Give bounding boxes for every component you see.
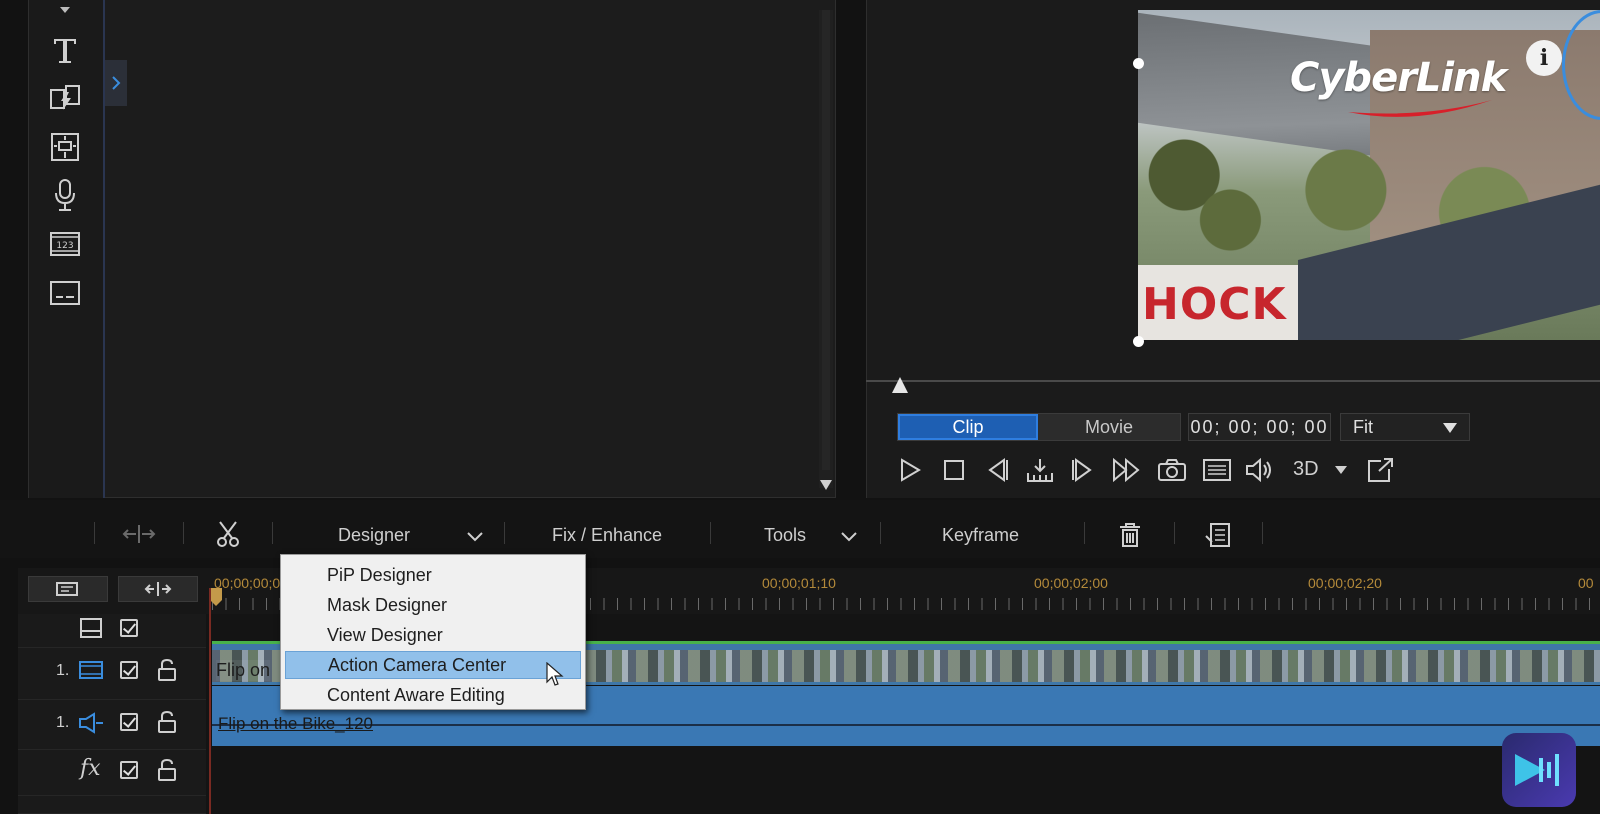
menu-item-pip-designer[interactable]: PiP Designer bbox=[285, 561, 581, 589]
banner-text: HOCK bbox=[1142, 279, 1287, 330]
timeline-view-icon bbox=[56, 582, 78, 596]
audio-track-1-header bbox=[18, 700, 206, 750]
clip-mode-button[interactable]: Clip bbox=[898, 414, 1038, 440]
logo-swoosh-icon bbox=[1348, 100, 1492, 117]
master-track-enable-checkbox[interactable] bbox=[120, 619, 138, 637]
pip-objects-room-icon[interactable] bbox=[47, 129, 83, 165]
preview-settings-icon[interactable] bbox=[1200, 455, 1234, 485]
timeline-view-button[interactable] bbox=[28, 576, 108, 602]
unlock-icon[interactable] bbox=[157, 758, 177, 782]
play-icon[interactable] bbox=[893, 455, 927, 485]
cyberlink-logo: CyberLink bbox=[1290, 55, 1507, 101]
fx-track-icon: fx bbox=[80, 756, 101, 781]
ruler-label: 00 bbox=[1578, 575, 1594, 591]
split-marker-icon[interactable] bbox=[1023, 455, 1057, 485]
zoom-select[interactable]: Fit bbox=[1340, 413, 1470, 441]
timecode-field[interactable]: 00; 00; 00; 00 bbox=[1188, 413, 1331, 441]
chevron-down-icon[interactable] bbox=[47, 0, 83, 20]
fast-forward-icon[interactable] bbox=[1110, 455, 1144, 485]
tools-menu-button[interactable]: Tools bbox=[764, 525, 806, 546]
unlock-icon[interactable] bbox=[157, 658, 177, 682]
fx-track-enable-checkbox[interactable] bbox=[120, 761, 138, 779]
ruler-label: 00;00;02;20 bbox=[1308, 575, 1382, 591]
fx-track-header bbox=[18, 750, 206, 796]
keyframe-button[interactable]: Keyframe bbox=[942, 525, 1019, 546]
zoom-select-value: Fit bbox=[1353, 416, 1373, 437]
chevron-right-icon bbox=[112, 76, 121, 90]
ruler-label: 00;00;01;10 bbox=[762, 575, 836, 591]
chevron-down-icon[interactable] bbox=[467, 532, 483, 542]
menu-item-view-designer[interactable]: View Designer bbox=[285, 621, 581, 649]
transition-room-icon[interactable] bbox=[47, 80, 83, 116]
track-number: 1. bbox=[56, 714, 70, 731]
snapshot-camera-icon[interactable] bbox=[1155, 455, 1189, 485]
master-track-header bbox=[18, 614, 206, 648]
timeline-playhead[interactable] bbox=[209, 588, 211, 814]
chapter-room-icon[interactable]: 123 bbox=[47, 226, 83, 262]
fit-timeline-icon[interactable] bbox=[122, 524, 156, 544]
master-track-icon bbox=[80, 618, 102, 638]
expand-panel-button[interactable] bbox=[105, 60, 127, 106]
trash-icon[interactable] bbox=[1118, 522, 1142, 548]
preview-scrub-bar[interactable] bbox=[866, 380, 1600, 382]
fit-width-icon bbox=[144, 582, 172, 596]
powerdirector-app-icon bbox=[1502, 733, 1576, 807]
audio-clip-label: Flip on the Bike_120 bbox=[218, 714, 373, 733]
3d-mode-label[interactable]: 3D bbox=[1293, 458, 1319, 481]
library-panel: 123 bbox=[28, 0, 836, 498]
menu-item-mask-designer[interactable]: Mask Designer bbox=[285, 591, 581, 619]
dropdown-caret-icon bbox=[1443, 423, 1457, 433]
room-icon-strip: 123 bbox=[29, 0, 105, 498]
scrub-handle-icon[interactable] bbox=[891, 376, 909, 394]
more-features-icon[interactable] bbox=[1204, 522, 1232, 548]
video-clip-label: Flip on bbox=[216, 660, 271, 681]
unlock-icon[interactable] bbox=[157, 710, 177, 734]
undock-window-icon[interactable] bbox=[1363, 455, 1397, 485]
resize-handle-bottom-left[interactable] bbox=[1133, 336, 1144, 347]
clip-movie-toggle: Clip Movie bbox=[897, 413, 1181, 441]
menu-item-content-aware-editing[interactable]: Content Aware Editing bbox=[285, 681, 581, 709]
scissors-icon[interactable] bbox=[216, 520, 240, 548]
audio-track-enable-checkbox[interactable] bbox=[120, 713, 138, 731]
fix-enhance-button[interactable]: Fix / Enhance bbox=[552, 525, 662, 546]
storyboard-view-button[interactable] bbox=[118, 576, 198, 602]
speaker-icon bbox=[79, 712, 103, 734]
ruler-label: 00;00;00;00 bbox=[214, 575, 288, 591]
subtitle-room-icon[interactable] bbox=[47, 275, 83, 311]
volume-icon[interactable] bbox=[1243, 455, 1277, 485]
designer-menu-button[interactable]: Designer bbox=[338, 525, 410, 546]
video-track-1-header bbox=[18, 648, 206, 700]
mouse-cursor-icon bbox=[546, 662, 564, 686]
stop-icon[interactable] bbox=[937, 455, 971, 485]
audio-volume-line[interactable] bbox=[212, 724, 1600, 726]
previous-frame-icon[interactable] bbox=[980, 455, 1014, 485]
ruler-label: 00;00;02;00 bbox=[1034, 575, 1108, 591]
video-track-icon bbox=[79, 661, 103, 679]
video-track-enable-checkbox[interactable] bbox=[120, 661, 138, 679]
svg-text:123: 123 bbox=[56, 241, 73, 251]
microphone-icon[interactable] bbox=[47, 177, 83, 213]
3d-dropdown-icon[interactable] bbox=[1334, 465, 1348, 475]
chevron-down-icon[interactable] bbox=[841, 532, 857, 542]
menu-item-action-camera-center[interactable]: Action Camera Center bbox=[285, 651, 581, 679]
designer-dropdown-menu: PiP Designer Mask Designer View Designer… bbox=[280, 554, 586, 710]
track-number: 1. bbox=[56, 662, 70, 679]
info-button[interactable]: i bbox=[1526, 40, 1562, 76]
scroll-down-arrow-icon[interactable] bbox=[820, 480, 832, 490]
title-room-icon[interactable] bbox=[47, 32, 83, 68]
next-frame-icon[interactable] bbox=[1066, 455, 1100, 485]
movie-mode-button[interactable]: Movie bbox=[1038, 414, 1180, 440]
library-scrollbar[interactable] bbox=[819, 10, 833, 490]
next-track-header bbox=[18, 796, 206, 814]
resize-handle-top-left[interactable] bbox=[1133, 58, 1144, 69]
